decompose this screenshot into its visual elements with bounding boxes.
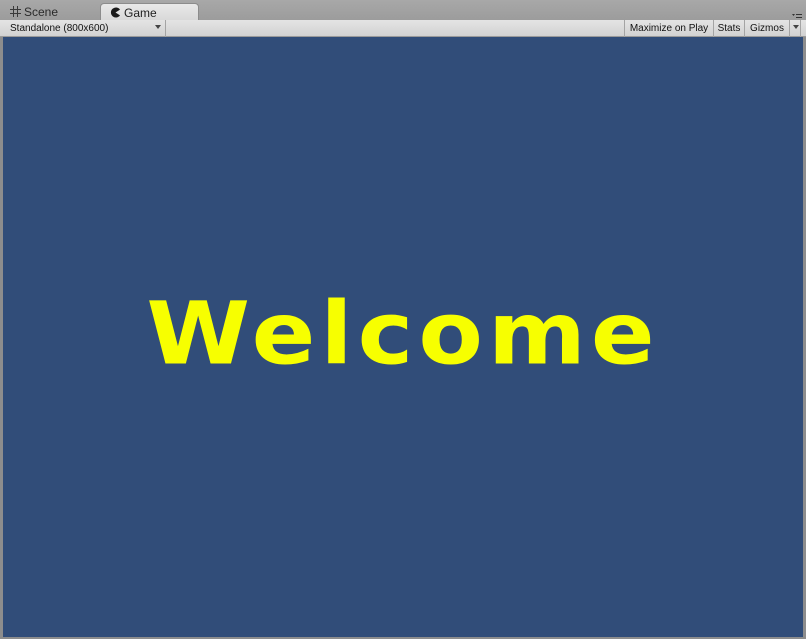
- pacman-icon: [110, 7, 121, 18]
- tab-scene[interactable]: Scene: [4, 3, 96, 20]
- resolution-label: Standalone (800x600): [10, 23, 109, 34]
- stats-toggle[interactable]: Stats: [714, 20, 745, 37]
- gizmos-toggle[interactable]: Gizmos: [745, 20, 789, 37]
- tab-bar: Scene Game: [0, 0, 806, 21]
- welcome-title: Welcome: [146, 284, 660, 385]
- stats-label: Stats: [717, 23, 741, 34]
- unity-editor-window: Scene Game Standalone (800x600) Maximize…: [0, 0, 806, 639]
- gizmos-dropdown[interactable]: [789, 20, 801, 37]
- dropdown-arrow-icon: [155, 25, 161, 29]
- dropdown-arrow-icon: [793, 25, 799, 29]
- tab-game[interactable]: Game: [100, 3, 199, 21]
- game-viewport[interactable]: Welcome: [3, 37, 803, 637]
- gizmos-label: Gizmos: [750, 23, 784, 34]
- pane-options-menu-icon[interactable]: [792, 9, 802, 21]
- tab-scene-label: Scene: [24, 4, 59, 19]
- maximize-on-play-toggle[interactable]: Maximize on Play: [624, 20, 714, 37]
- tab-game-label: Game: [124, 5, 157, 20]
- game-view-toolbar: Standalone (800x600) Maximize on Play St…: [0, 20, 806, 37]
- maximize-on-play-label: Maximize on Play: [629, 23, 709, 34]
- resolution-dropdown[interactable]: Standalone (800x600): [4, 20, 166, 37]
- grid-icon: [10, 6, 21, 17]
